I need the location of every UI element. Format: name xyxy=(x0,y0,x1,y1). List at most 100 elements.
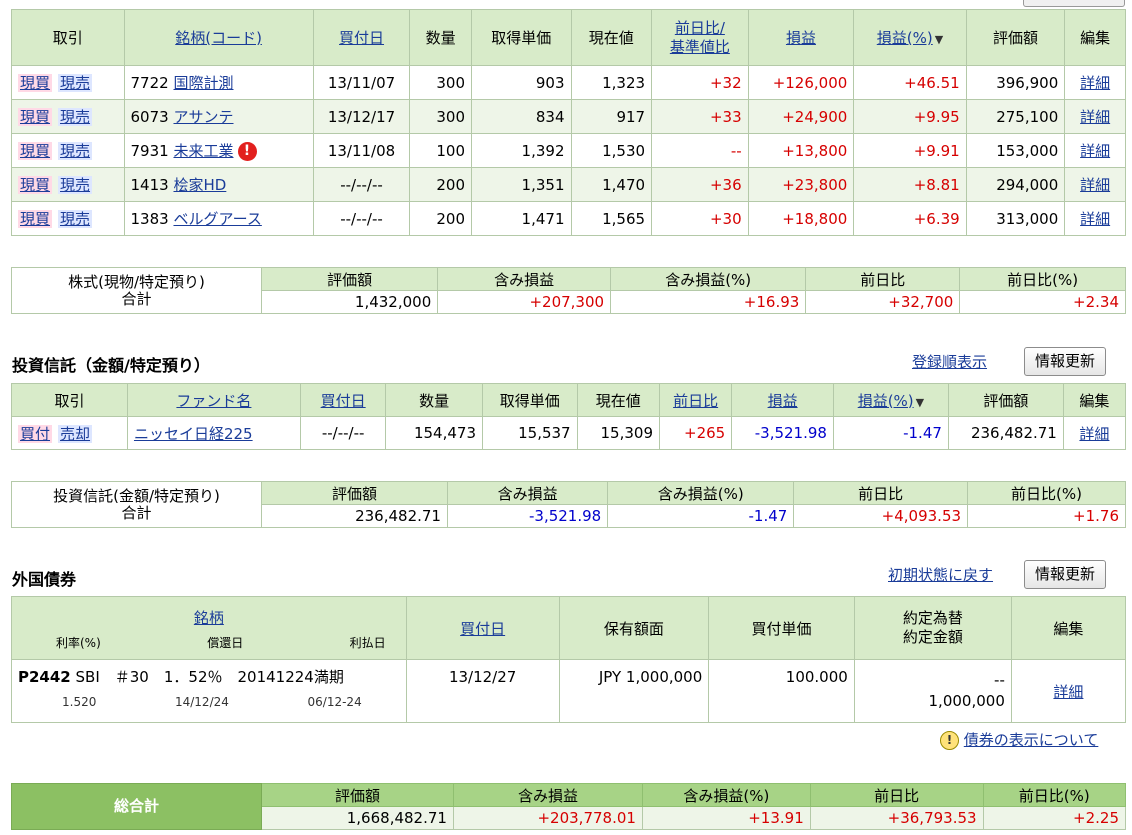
summary-header: 前日比 xyxy=(793,481,969,505)
col-name[interactable]: 銘柄(コード) xyxy=(123,9,314,66)
trade-cell: 現買 現売 xyxy=(11,99,125,134)
summary-header: 含み損益(%) xyxy=(641,783,811,807)
cost: 1,392 xyxy=(471,133,572,168)
buy-link[interactable]: 現買 xyxy=(18,176,53,194)
detail-link[interactable]: 詳細 xyxy=(1064,201,1126,236)
cost: 834 xyxy=(471,99,572,134)
buy-link[interactable]: 買付 xyxy=(18,424,53,443)
buy-date: 13/12/17 xyxy=(312,99,411,134)
detail-link[interactable]: 詳細 xyxy=(1062,416,1127,450)
bonds-title: 外国債券 xyxy=(12,570,77,589)
value: 313,000 xyxy=(965,201,1066,236)
col-trade: 取引 xyxy=(11,9,125,66)
sell-link[interactable]: 売却 xyxy=(58,424,93,443)
price: 917 xyxy=(570,99,653,134)
summary-value: +2.34 xyxy=(959,290,1126,314)
col-buy-date[interactable]: 買付日 xyxy=(299,383,387,417)
sort-down-icon[interactable]: ▼ xyxy=(916,396,924,409)
value: 236,482.71 xyxy=(947,416,1064,450)
price: 1,323 xyxy=(570,65,653,100)
reset-link[interactable]: 初期状態に戻す xyxy=(888,564,993,585)
col-pl-pct[interactable]: 損益(%) ▼ xyxy=(832,383,949,417)
value: 396,900 xyxy=(965,65,1066,100)
col-bond-name[interactable]: 銘柄 利率(%) 償還日 利払日 xyxy=(11,596,407,660)
alert-icon[interactable]: ! xyxy=(237,142,257,161)
col-rate: 利率(%) xyxy=(56,636,101,650)
price: 1,530 xyxy=(570,133,653,168)
stock-name-link[interactable]: 国際計測 xyxy=(173,74,233,92)
stock-row: 現買 現売 7931 未来工業! 13/11/08 100 1,392 1,530 -- +13… xyxy=(11,133,1126,168)
col-buy-date[interactable]: 買付日 xyxy=(405,596,560,660)
pl-pct: +46.51 xyxy=(853,65,967,100)
col-pl[interactable]: 損益 xyxy=(731,383,834,417)
bond-payday: 06/12-24 xyxy=(307,695,362,709)
bond-rate: 1.520 xyxy=(62,695,97,709)
summary-value: +1.76 xyxy=(967,504,1126,528)
fund-summary-label: 投資信託(金額/特定預り) 合計 xyxy=(11,481,262,528)
stock-summary: 株式(現物/特定預り) 合計 評価額 含み損益 含み損益(%) 前日比 前日比(%… xyxy=(11,267,1126,314)
col-price: 現在値 xyxy=(570,9,653,66)
summary-header: 評価額 xyxy=(261,783,454,807)
stock-name-link[interactable]: ベルグアース xyxy=(173,210,261,228)
pl-pct: -1.47 xyxy=(832,416,949,450)
change: +265 xyxy=(658,416,733,450)
detail-link[interactable]: 詳細 xyxy=(1064,133,1126,168)
stock-row: 現買 現売 7722 国際計測 13/11/07 300 903 1,323 +32 +126,… xyxy=(11,65,1126,100)
bond-note[interactable]: ! 債券の表示について xyxy=(940,729,1098,750)
grand-total: 総合計 評価額 含み損益 含み損益(%) 前日比 前日比(%) 1,668,48… xyxy=(11,783,1127,830)
summary-value: -1.47 xyxy=(607,504,795,528)
trade-cell: 現買 現売 xyxy=(11,167,125,202)
col-change[interactable]: 前日比/基準値比 xyxy=(651,9,749,66)
pl: +13,800 xyxy=(747,133,855,168)
stock-name-link[interactable]: 桧家HD xyxy=(173,176,226,194)
qty: 300 xyxy=(409,99,472,134)
stock-name-link[interactable]: 未来工業 xyxy=(173,142,233,160)
bond-code: P2442 xyxy=(18,668,71,686)
col-edit: 編集 xyxy=(1062,383,1127,417)
bond-name: SBI ＃30 1．52％ 20141224満期 xyxy=(75,668,344,686)
detail-link[interactable]: 詳細 xyxy=(1064,65,1126,100)
sort-down-icon[interactable]: ▼ xyxy=(935,33,943,46)
summary-value: +36,793.53 xyxy=(809,806,984,830)
col-pl[interactable]: 損益 xyxy=(747,9,855,66)
buy-link[interactable]: 現買 xyxy=(18,74,53,92)
col-payday: 利払日 xyxy=(349,636,386,650)
order-link[interactable]: 登録順表示 xyxy=(912,351,987,372)
stock-code: 1383 xyxy=(130,210,169,228)
stock-name-link[interactable]: アサンテ xyxy=(173,108,233,126)
fund-table: 取引 ファンド名 買付日 数量 取得単価 現在値 前日比 損益 損益(%) ▼ 評… xyxy=(11,383,1127,450)
bond-refresh-button[interactable]: 情報更新 xyxy=(1024,560,1107,589)
stock-row: 現買 現売 1413 桧家HD --/--/-- 200 1,351 1,470 +36 +23… xyxy=(11,167,1126,202)
stock-name-cell: 1383 ベルグアース xyxy=(123,201,314,236)
detail-link[interactable]: 詳細 xyxy=(1064,99,1126,134)
summary-header: 前日比(%) xyxy=(967,481,1126,505)
trade-cell: 買付 売却 xyxy=(11,416,128,450)
bond-unit-price: 100.000 xyxy=(708,659,855,723)
sell-link[interactable]: 現売 xyxy=(58,176,93,194)
sell-link[interactable]: 現売 xyxy=(58,108,93,126)
buy-link[interactable]: 現買 xyxy=(18,108,53,126)
detail-link[interactable]: 詳細 xyxy=(1064,167,1126,202)
col-change[interactable]: 前日比 xyxy=(658,383,733,417)
qty: 200 xyxy=(409,201,472,236)
fund-name[interactable]: ニッセイ日経225 xyxy=(126,416,301,450)
col-maturity: 償還日 xyxy=(207,636,244,650)
col-unit-price: 買付単価 xyxy=(708,596,855,660)
detail-link[interactable]: 詳細 xyxy=(1010,659,1127,723)
pl: +18,800 xyxy=(747,201,855,236)
stock-row: 現買 現売 1383 ベルグアース --/--/-- 200 1,471 1,565 +30 +… xyxy=(11,201,1126,236)
col-pl-pct[interactable]: 損益(%) ▼ xyxy=(853,9,967,66)
col-buy-date[interactable]: 買付日 xyxy=(312,9,411,66)
bond-name-cell: P2442 SBI ＃30 1．52％ 20141224満期 1.520 14/… xyxy=(11,659,407,723)
buy-link[interactable]: 現買 xyxy=(18,142,53,160)
sell-link[interactable]: 現売 xyxy=(58,142,93,160)
buy-link[interactable]: 現買 xyxy=(18,210,53,228)
sell-link[interactable]: 現売 xyxy=(58,74,93,92)
fund-refresh-button[interactable]: 情報更新 xyxy=(1024,347,1107,376)
sell-link[interactable]: 現売 xyxy=(58,210,93,228)
top-button-edge[interactable] xyxy=(1023,0,1125,7)
col-fund-name[interactable]: ファンド名 xyxy=(126,383,301,417)
summary-header: 評価額 xyxy=(261,481,448,505)
pl: +24,900 xyxy=(747,99,855,134)
grand-total-label: 総合計 xyxy=(11,783,262,830)
